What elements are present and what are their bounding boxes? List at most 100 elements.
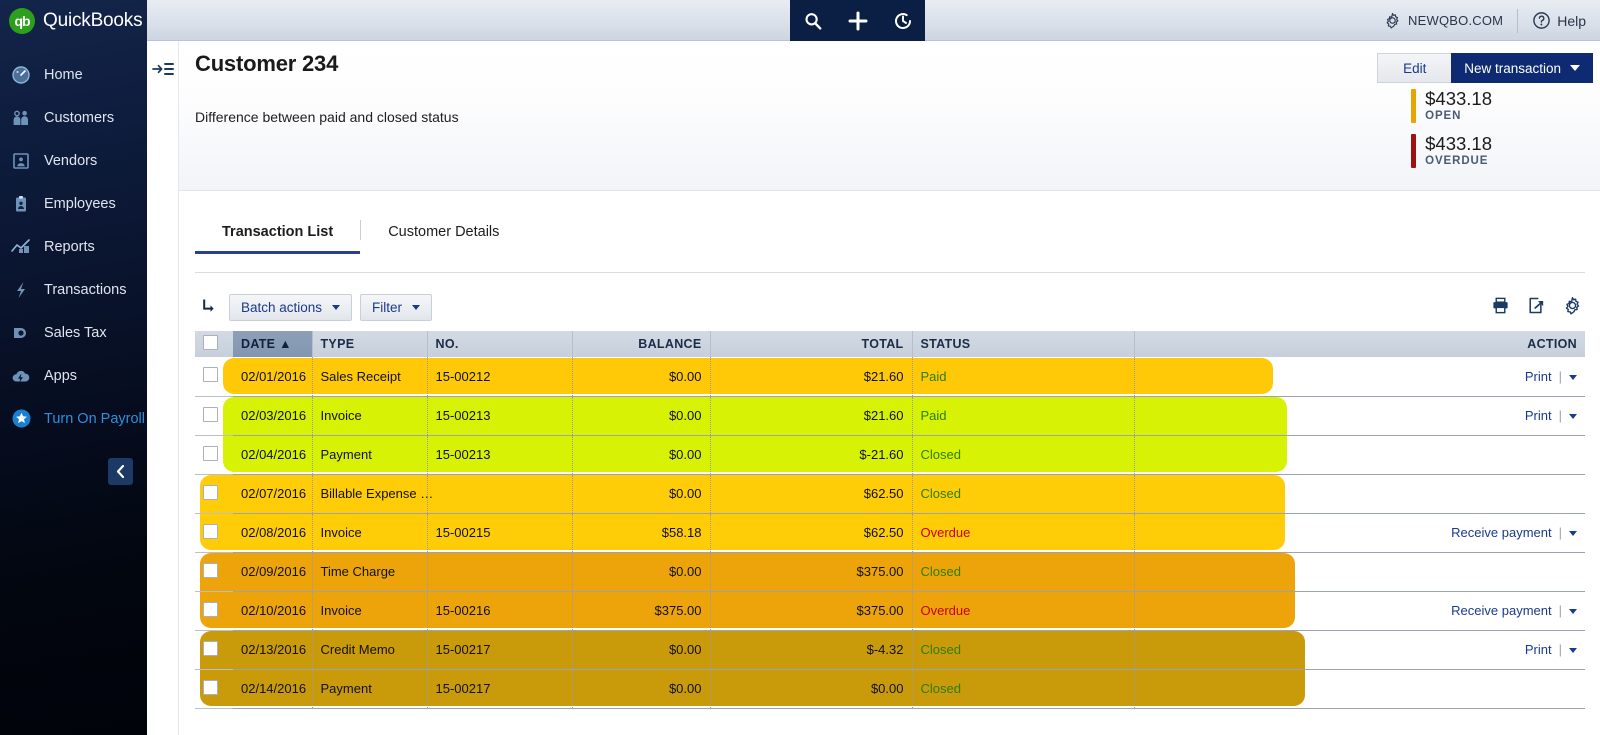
panel-expand-toggle[interactable] — [150, 58, 176, 80]
page-title: Customer 234 — [195, 51, 339, 76]
edit-button-label: Edit — [1403, 60, 1427, 76]
table-row[interactable]: 02/03/2016 Invoice 15-00213 $0.00 $21.60 Paid… — [195, 396, 1585, 436]
row-select-cell[interactable] — [195, 396, 233, 436]
table-row[interactable]: 02/01/2016 Sales Receipt 15-00212 $0.00 $21.… — [195, 357, 1585, 397]
column-header-no[interactable]: NO. — [427, 331, 573, 357]
filter-button[interactable]: Filter — [360, 294, 432, 321]
cell-total: $-21.60 — [710, 435, 913, 475]
new-transaction-button[interactable]: New transaction — [1451, 53, 1593, 83]
action-divider: | — [1558, 368, 1562, 384]
row-select-cell[interactable] — [195, 474, 233, 514]
column-header-balance[interactable]: BALANCE — [572, 331, 711, 357]
row-checkbox[interactable] — [203, 484, 218, 500]
settings-gear-icon[interactable] — [1563, 296, 1582, 315]
sidebar-item-transactions[interactable]: Transactions — [0, 268, 147, 311]
search-button[interactable] — [790, 0, 835, 41]
row-action-link[interactable]: Receive payment — [1451, 525, 1551, 540]
chevron-down-icon[interactable] — [1569, 374, 1577, 380]
row-action-link[interactable]: Print — [1525, 369, 1552, 384]
sidebar-item-sales-tax[interactable]: Sales Tax — [0, 311, 147, 354]
sidebar-item-home[interactable]: Home — [0, 53, 147, 96]
cell-action[interactable] — [1134, 552, 1585, 592]
column-header-status[interactable]: STATUS — [912, 331, 1135, 357]
create-button[interactable] — [835, 0, 880, 41]
cell-action[interactable]: Receive payment | — [1134, 513, 1585, 553]
chevron-down-icon[interactable] — [1569, 531, 1577, 537]
row-action-link[interactable]: Receive payment — [1451, 603, 1551, 618]
sidebar-collapse-button[interactable] — [108, 458, 133, 485]
sidebar-item-label: Vendors — [44, 152, 98, 169]
edit-button[interactable]: Edit — [1377, 53, 1452, 83]
row-checkbox[interactable] — [203, 640, 218, 656]
row-select-cell[interactable] — [195, 513, 233, 553]
transaction-table: DATE ▲ TYPE NO. BALANCE TOTAL STATUS ACT… — [195, 331, 1585, 709]
refresh-arrow-icon[interactable] — [200, 297, 218, 320]
cell-date: 02/08/2016 — [233, 513, 313, 553]
sidebar-item-vendors[interactable]: Vendors — [0, 139, 147, 182]
table-row[interactable]: 02/04/2016 Payment 15-00213 $0.00 $-21.60 Clo… — [195, 435, 1585, 475]
column-header-total[interactable]: TOTAL — [710, 331, 913, 357]
sidebar-item-reports[interactable]: Reports — [0, 225, 147, 268]
chevron-down-icon[interactable] — [1569, 414, 1577, 420]
chevron-down-icon[interactable] — [1569, 648, 1577, 654]
row-checkbox[interactable] — [203, 406, 218, 422]
table-row[interactable]: 02/13/2016 Credit Memo 15-00217 $0.00 $-4.32… — [195, 630, 1585, 670]
row-checkbox[interactable] — [203, 445, 218, 461]
cell-action[interactable] — [1134, 435, 1585, 475]
row-action-link[interactable]: Print — [1525, 642, 1552, 657]
cell-action[interactable] — [1134, 669, 1585, 709]
batch-actions-button[interactable]: Batch actions — [229, 294, 353, 321]
table-row[interactable]: 02/08/2016 Invoice 15-00215 $58.18 $62.50 Ove… — [195, 513, 1585, 553]
table-row[interactable]: 02/10/2016 Invoice 15-00216 $375.00 $375.00 O… — [195, 591, 1585, 631]
row-select-cell[interactable] — [195, 591, 233, 631]
company-name: NEWQBO.COM — [1408, 13, 1504, 28]
row-select-cell[interactable] — [195, 630, 233, 670]
row-checkbox[interactable] — [203, 679, 218, 695]
row-select-cell[interactable] — [195, 357, 233, 397]
select-all-header[interactable] — [195, 331, 233, 357]
row-checkbox[interactable] — [203, 367, 218, 383]
table-row[interactable]: 02/09/2016 Time Charge $0.00 $375.00 Closed — [195, 552, 1585, 592]
cell-action[interactable]: Print | — [1134, 630, 1585, 670]
filter-label: Filter — [372, 300, 402, 315]
action-divider: | — [1558, 642, 1562, 657]
row-select-cell[interactable] — [195, 669, 233, 709]
help-button[interactable]: Help — [1518, 11, 1590, 30]
sidebar-item-customers[interactable]: Customers — [0, 96, 147, 139]
brand-logo[interactable]: qb QuickBooks — [0, 0, 147, 41]
cloud-bolt-icon — [10, 365, 32, 387]
sidebar-item-turn-on-payroll[interactable]: Turn On Payroll — [0, 397, 147, 440]
table-header-row: DATE ▲ TYPE NO. BALANCE TOTAL STATUS ACT… — [195, 331, 1585, 357]
sidebar-item-apps[interactable]: Apps — [0, 354, 147, 397]
row-select-cell[interactable] — [195, 435, 233, 475]
table-row[interactable]: 02/07/2016 Billable Expense … $0.00 $62.50 C… — [195, 474, 1585, 514]
cell-action[interactable] — [1134, 474, 1585, 514]
page-subtitle: Difference between paid and closed statu… — [195, 109, 459, 125]
row-checkbox[interactable] — [203, 523, 218, 539]
row-checkbox[interactable] — [203, 601, 218, 617]
cell-date: 02/09/2016 — [233, 552, 313, 592]
table-row[interactable]: 02/14/2016 Payment 15-00217 $0.00 $0.00 Close… — [195, 669, 1585, 709]
row-select-cell[interactable] — [195, 552, 233, 592]
sidebar-item-label: Customers — [44, 109, 115, 126]
export-icon[interactable] — [1527, 296, 1546, 315]
company-menu-button[interactable]: NEWQBO.COM — [1370, 8, 1519, 33]
row-checkbox[interactable] — [203, 562, 218, 578]
select-all-checkbox[interactable] — [203, 335, 218, 350]
column-header-date[interactable]: DATE ▲ — [233, 331, 313, 357]
cell-status: Closed — [912, 474, 1135, 514]
chevron-down-icon — [412, 305, 420, 310]
recent-transactions-button[interactable] — [880, 0, 925, 41]
cell-no: 15-00213 — [427, 396, 573, 436]
sidebar-item-employees[interactable]: Employees — [0, 182, 147, 225]
tab-customer-details[interactable]: Customer Details — [361, 224, 526, 252]
row-action-link[interactable]: Print — [1525, 408, 1552, 423]
cell-action[interactable]: Print | — [1134, 357, 1585, 397]
column-header-type[interactable]: TYPE — [312, 331, 428, 357]
chevron-down-icon[interactable] — [1569, 609, 1577, 615]
status-badge: Closed — [920, 564, 961, 579]
cell-action[interactable]: Receive payment | — [1134, 591, 1585, 631]
printer-icon[interactable] — [1491, 296, 1510, 315]
cell-action[interactable]: Print | — [1134, 396, 1585, 436]
tab-transaction-list[interactable]: Transaction List — [195, 224, 361, 254]
